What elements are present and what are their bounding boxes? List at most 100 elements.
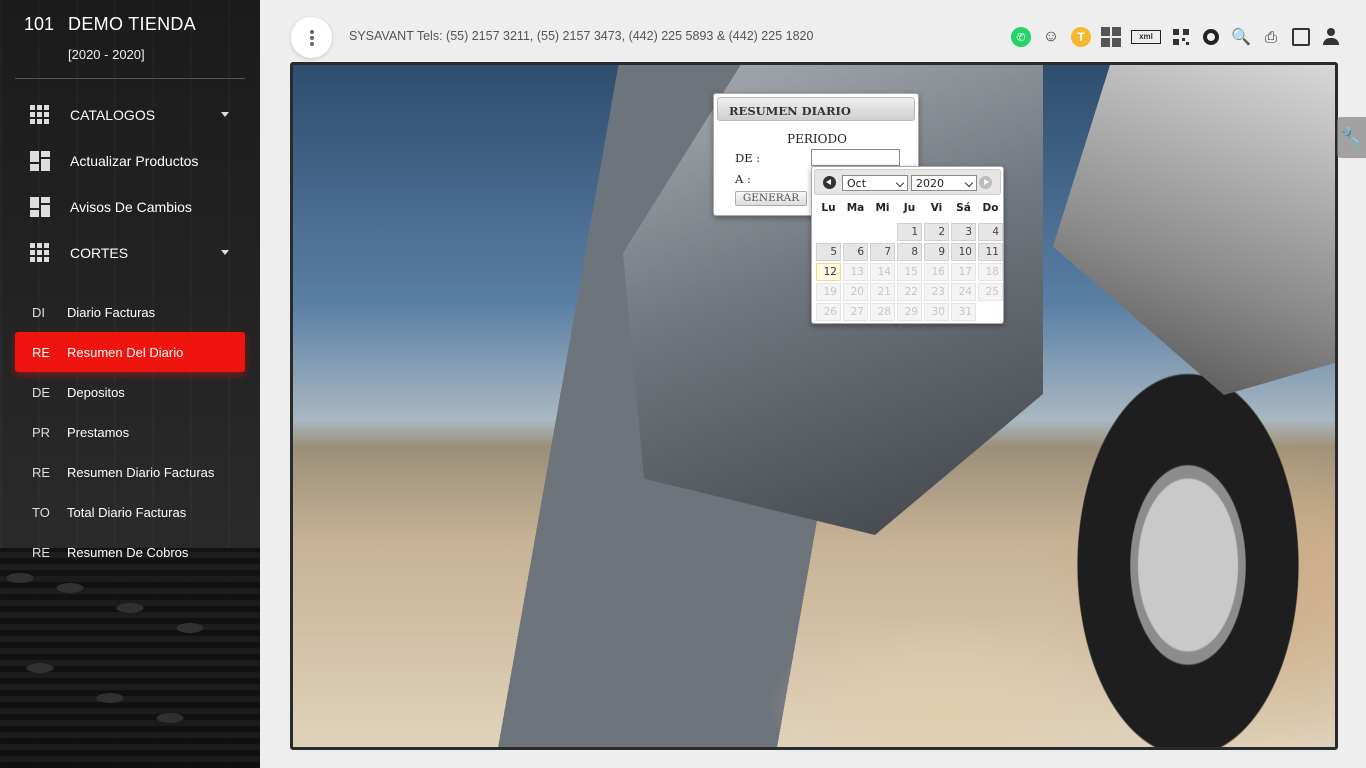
periodo-label: PERIODO [787,132,847,146]
weekday-label: Do [982,202,999,214]
sub-item-resumen-diario-facturas[interactable]: RE Resumen Diario Facturas [15,452,245,492]
sub-item-diario-facturas[interactable]: DI Diario Facturas [15,292,245,332]
user-icon[interactable] [1320,26,1342,48]
sidebar: 101 DEMO TIENDA [2020 - 2020] CATALOGOS … [0,0,260,768]
calendar-day[interactable]: 1 [897,223,922,241]
sub-item-label: Depositos [67,384,125,400]
apps-grid-icon [30,243,50,263]
to-label: A : [735,172,751,186]
settings-tab[interactable]: 🔧 [1337,117,1366,158]
calendar-day[interactable]: 6 [843,243,868,261]
sub-item-label: Diario Facturas [67,304,156,320]
dialog-title[interactable]: RESUMEN DIARIO [717,97,915,121]
calendar-empty-cell [870,223,895,241]
sub-item-label: Total Diario Facturas [67,504,187,520]
sub-item-prestamos[interactable]: PR Prestamos [15,412,245,452]
sub-item-abbr: RE [32,344,51,360]
calendar-day: 22 [897,283,922,301]
print-icon[interactable]: ⎙ [1260,26,1282,48]
calendar-day[interactable]: 3 [951,223,976,241]
calendar-day: 17 [951,263,976,281]
brand-divider [15,78,245,79]
more-menu-button[interactable] [291,17,332,58]
t-badge-icon[interactable]: T [1070,26,1092,48]
more-vert-icon [309,35,314,40]
dashboard-icon [30,197,50,217]
sub-item-label: Prestamos [67,424,130,440]
weekday-label: Sá [956,202,971,214]
calendar-empty-cell [816,223,841,241]
apps-grid-icon [30,105,50,125]
weekday-label: Mi [875,202,890,214]
calendar-day: 21 [870,283,895,301]
sub-item-abbr: DE [32,384,51,400]
calendar-day: 29 [897,303,922,321]
qr-code-icon[interactable] [1170,26,1192,48]
calendar-day: 20 [843,283,868,301]
from-label: DE : [735,151,761,165]
calendar-day[interactable]: 12 [816,263,841,281]
calendar-day: 15 [897,263,922,281]
sub-item-abbr: RE [32,544,51,560]
calendar-day[interactable]: 10 [951,243,976,261]
dashboard-icon[interactable] [1100,26,1122,48]
weekday-label: Ma [846,202,865,214]
report-search-icon[interactable]: 🔍 [1230,26,1252,48]
contact-info: SYSAVANT Tels: (55) 2157 3211, (55) 2157… [349,29,814,43]
calendar-day: 30 [924,303,949,321]
dashboard-icon [30,151,50,171]
sub-item-resumen-de-cobros[interactable]: RE Resumen De Cobros [15,532,245,572]
weekday-label: Ju [903,202,916,214]
calendar-day: 18 [978,263,1003,281]
generate-button[interactable]: GENERAR [735,191,807,206]
calendar-day[interactable]: 5 [816,243,841,261]
calendar-day[interactable]: 7 [870,243,895,261]
datepicker: Oct 2020 Lu Ma Mi Ju Vi Sá Do 1 2 3 4 5 6 7 8 9 10 11 12 1… [811,166,1004,324]
whatsapp-icon[interactable]: ✆ [1010,26,1032,48]
weekday-header: Lu Ma Mi Ju Vi Sá Do [815,202,1004,214]
nav-item-actualizar-productos[interactable]: Actualizar Productos [30,143,245,179]
ring-icon[interactable] [1200,26,1222,48]
fiscal-years: [2020 - 2020] [68,47,145,62]
toolbar: ✆ ☺ T xml 🔍 ⎙ [1010,24,1342,50]
truck-fender-shape [1053,65,1335,395]
prev-month-icon[interactable] [823,176,836,189]
sub-item-abbr: TO [32,504,50,520]
calendar-day[interactable]: 2 [924,223,949,241]
caret-down-icon [221,112,229,117]
sidebar-background-image [0,548,260,768]
calendar-day[interactable]: 9 [924,243,949,261]
add-window-icon[interactable] [1290,26,1312,48]
calendar-day: 16 [924,263,949,281]
calendar-day[interactable]: 4 [978,223,1003,241]
sub-item-resumen-del-diario[interactable]: RE Resumen Del Diario [15,332,245,372]
sub-item-abbr: DI [32,304,45,320]
datepicker-header: Oct 2020 [814,169,1001,195]
nav-item-label: CATALOGOS [70,107,156,123]
month-select[interactable]: Oct [842,175,908,191]
calendar-day[interactable]: 11 [978,243,1003,261]
calendar-grid: 1 2 3 4 5 6 7 8 9 10 11 12 13 14 15 16 17 18 19 20 21 22 23 24 2… [815,222,1004,322]
nav-item-label: Avisos De Cambios [70,199,192,215]
nav-item-avisos-de-cambios[interactable]: Avisos De Cambios [30,189,245,225]
nav-item-label: CORTES [70,245,129,261]
nav-item-label: Actualizar Productos [70,153,199,169]
year-select[interactable]: 2020 [911,175,977,191]
calendar-day[interactable]: 8 [897,243,922,261]
next-month-icon[interactable] [979,176,992,189]
sub-item-depositos[interactable]: DE Depositos [15,372,245,412]
weekday-label: Vi [930,202,943,214]
store-name: DEMO TIENDA [68,14,197,34]
calendar-day: 28 [870,303,895,321]
caret-down-icon [221,250,229,255]
calendar-day: 13 [843,263,868,281]
calendar-day: 19 [816,283,841,301]
support-agent-icon[interactable]: ☺ [1040,26,1062,48]
nav-item-cortes[interactable]: CORTES [30,235,245,271]
sub-item-total-diario-facturas[interactable]: TO Total Diario Facturas [15,492,245,532]
brand: 101 DEMO TIENDA [24,14,196,35]
from-date-input[interactable] [811,149,900,166]
calendar-day: 26 [816,303,841,321]
nav-item-catalogos[interactable]: CATALOGOS [30,97,245,133]
xml-icon[interactable]: xml [1130,26,1162,48]
